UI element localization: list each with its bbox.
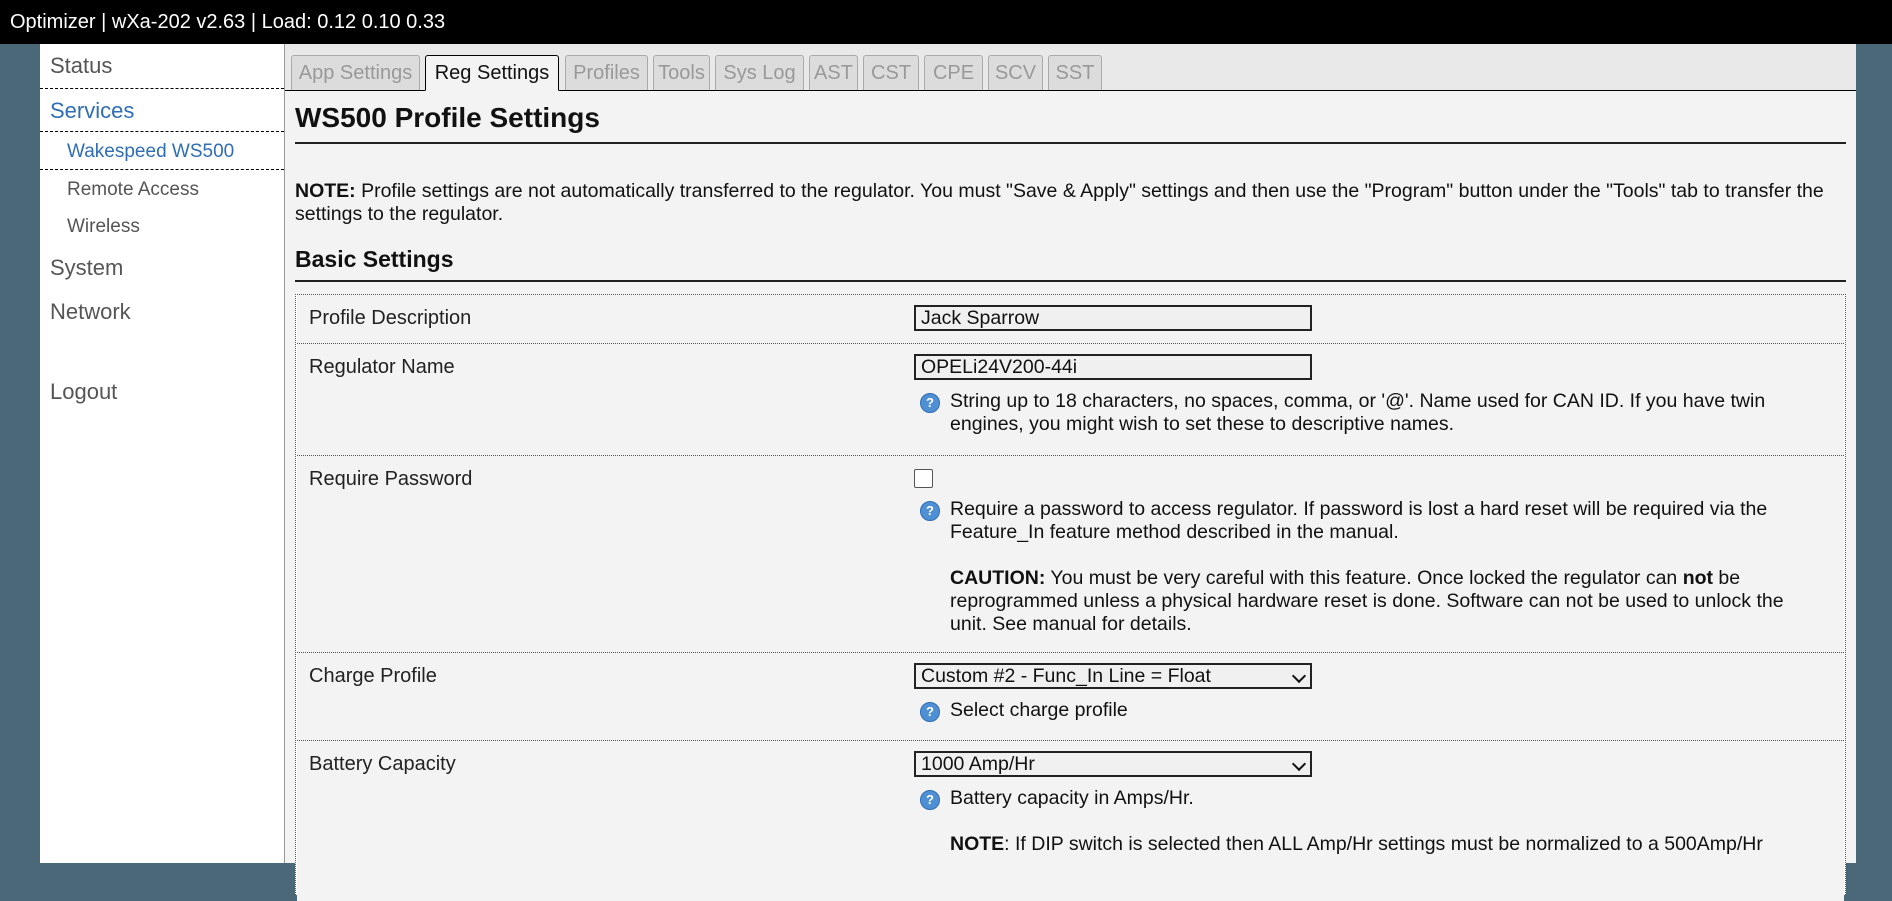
battery-capacity-value: 1000 Amp/Hr [921,753,1035,775]
sidebar-item-system[interactable]: System [40,246,284,290]
tab-sys-log[interactable]: Sys Log [715,55,804,90]
tab-scv[interactable]: SCV [988,55,1043,90]
note-text: NOTE: Profile settings are not automatic… [295,180,1855,226]
charge-profile-label: Charge Profile [309,665,437,687]
sidebar-item-wakespeed-ws500[interactable]: Wakespeed WS500 [40,134,284,170]
require-password-checkbox[interactable] [914,469,933,488]
tab-cst[interactable]: CST [863,55,919,90]
regulator-name-label: Regulator Name [309,356,455,378]
battery-capacity-select[interactable]: 1000 Amp/Hr [914,751,1312,777]
tab-cpe[interactable]: CPE [924,55,983,90]
battery-capacity-label: Battery Capacity [309,753,456,775]
page-title: WS500 Profile Settings [295,102,1846,144]
regulator-name-input[interactable]: OPELi24V200-44i [914,354,1312,380]
sidebar: Status Services Wakespeed WS500 Remote A… [40,44,285,863]
tab-reg-settings[interactable]: Reg Settings [425,55,559,91]
require-password-help-text: Require a password to access regulator. … [950,498,1768,543]
help-icon: ? [920,790,940,810]
row-regulator-name: Regulator Name OPELi24V200-44i ? String … [297,344,1844,456]
sidebar-item-remote-access[interactable]: Remote Access [40,172,284,208]
row-profile-description: Profile Description Jack Sparrow [297,295,1844,344]
caution-text-1: You must be very careful with this featu… [1045,567,1683,589]
sidebar-item-logout[interactable]: Logout [40,370,284,414]
settings-table: Profile Description Jack Sparrow Regulat… [295,294,1846,901]
tab-tools[interactable]: Tools [653,55,710,90]
page: Status Services Wakespeed WS500 Remote A… [40,44,1856,901]
profile-description-label: Profile Description [309,307,472,329]
sidebar-item-network[interactable]: Network [40,290,284,334]
regulator-name-help-text: String up to 18 characters, no spaces, c… [950,390,1766,435]
row-require-password: Require Password ? Require a password to… [297,456,1844,653]
caution-bold: not [1682,567,1714,589]
battery-note-label: NOTE [950,833,1005,855]
row-battery-capacity: Battery Capacity 1000 Amp/Hr ? Battery c… [297,741,1844,901]
help-icon: ? [920,702,940,722]
charge-profile-help-text: Select charge profile [950,699,1128,721]
help-icon: ? [920,393,940,413]
section-title: Basic Settings [295,246,1846,282]
sidebar-item-services[interactable]: Services [40,88,284,132]
profile-description-input[interactable]: Jack Sparrow [914,305,1312,331]
tab-app-settings[interactable]: App Settings [291,55,420,90]
caution-label: CAUTION: [950,567,1046,589]
sidebar-item-wireless[interactable]: Wireless [40,209,284,245]
row-charge-profile: Charge Profile Custom #2 - Func_In Line … [297,653,1844,741]
note-body: Profile settings are not automatically t… [295,180,1824,225]
battery-capacity-help-text: Battery capacity in Amps/Hr. [950,787,1194,809]
chevron-down-icon [1291,668,1307,684]
tab-sst[interactable]: SST [1048,55,1102,90]
require-password-label: Require Password [309,468,473,490]
main-content: App Settings Reg Settings Profiles Tools… [285,44,1856,901]
tab-bar: App Settings Reg Settings Profiles Tools… [285,44,1856,91]
tab-profiles[interactable]: Profiles [565,55,648,90]
title-bar: Optimizer | wXa-202 v2.63 | Load: 0.12 0… [0,0,1892,44]
note-label: NOTE: [295,180,356,202]
charge-profile-select[interactable]: Custom #2 - Func_In Line = Float [914,663,1312,689]
battery-note-text: : If DIP switch is selected then ALL Amp… [1004,833,1763,855]
tab-ast[interactable]: AST [809,55,858,90]
help-icon: ? [920,501,940,521]
chevron-down-icon [1291,756,1307,772]
charge-profile-value: Custom #2 - Func_In Line = Float [921,665,1211,687]
sidebar-item-status[interactable]: Status [40,44,284,88]
